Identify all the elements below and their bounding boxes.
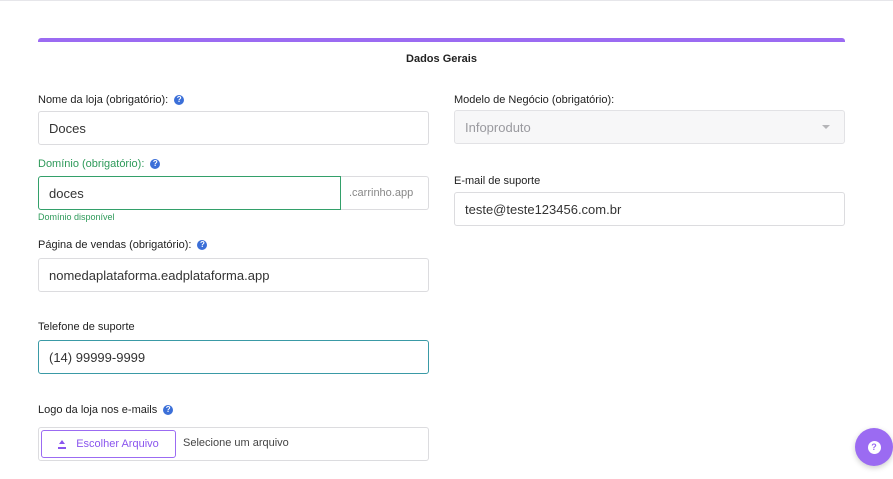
question-circle-icon[interactable]: ? <box>197 240 208 250</box>
business-model-value: Infoproduto <box>465 119 531 135</box>
section-accent-bar <box>38 38 845 42</box>
chat-button[interactable]: ? <box>855 428 893 466</box>
support-phone-value: (14) 99999-9999 <box>49 349 146 365</box>
support-email-label-text: E-mail de suporte <box>454 175 541 187</box>
question-circle-icon[interactable]: ? <box>174 95 185 105</box>
question-circle-icon[interactable]: ? <box>150 159 161 169</box>
support-phone-input[interactable]: (14) 99999-9999 <box>38 340 429 374</box>
upload-icon <box>58 439 67 449</box>
domain-hint: Domínio disponível <box>38 212 115 222</box>
store-name-label: Nome da loja (obrigatório): ? <box>38 94 185 106</box>
support-phone-label: Telefone de suporte <box>38 321 135 333</box>
store-name-label-text: Nome da loja (obrigatório): <box>38 94 169 106</box>
caret-down-icon <box>822 125 830 129</box>
support-email-input[interactable]: teste@teste123456.com.br <box>454 192 845 226</box>
domain-label-text: Domínio (obrigatório): <box>38 158 145 170</box>
file-placeholder: Selecione um arquivo <box>183 437 289 449</box>
choose-file-button[interactable]: Escolher Arquivo <box>41 430 176 458</box>
business-model-select[interactable]: Infoproduto <box>454 110 845 144</box>
domain-input[interactable]: doces <box>38 176 341 210</box>
logo-label-text: Logo da loja nos e-mails <box>38 404 158 416</box>
store-name-value: Doces <box>49 120 86 136</box>
support-phone-label-text: Telefone de suporte <box>38 321 135 333</box>
domain-label: Domínio (obrigatório): ? <box>38 158 161 170</box>
choose-file-label: Escolher Arquivo <box>76 438 159 450</box>
settings-card: Dados Gerais Nome da loja (obrigatório):… <box>0 0 893 479</box>
question-circle-icon[interactable]: ? <box>163 405 174 415</box>
sales-page-label: Página de vendas (obrigatório): ? <box>38 239 208 251</box>
support-email-label: E-mail de suporte <box>454 175 540 187</box>
business-model-label: Modelo de Negócio (obrigatório): <box>454 94 614 106</box>
business-model-label-text: Modelo de Negócio (obrigatório): <box>454 94 615 106</box>
chat-bubble-icon: ? <box>867 440 881 454</box>
sales-page-label-text: Página de vendas (obrigatório): <box>38 239 192 251</box>
domain-suffix: .carrinho.app <box>341 176 429 210</box>
store-name-input[interactable]: Doces <box>38 111 429 145</box>
domain-value: doces <box>49 185 84 201</box>
support-email-value: teste@teste123456.com.br <box>465 201 622 217</box>
sales-page-input[interactable]: nomedaplataforma.eadplataforma.app <box>38 258 429 292</box>
sales-page-value: nomedaplataforma.eadplataforma.app <box>49 267 270 283</box>
section-title: Dados Gerais <box>406 53 477 65</box>
logo-label: Logo da loja nos e-mails ? <box>38 404 174 416</box>
